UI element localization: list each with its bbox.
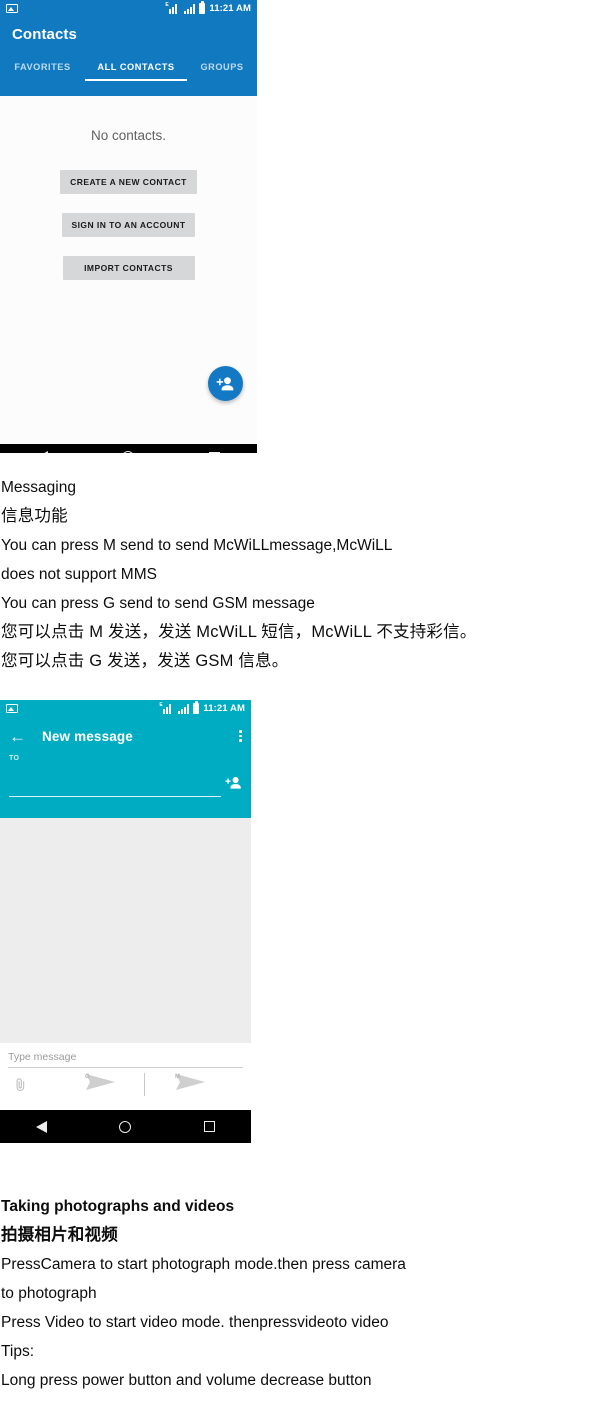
camera-line-4: Long press power button and volume decre… <box>1 1372 372 1389</box>
contacts-app-screenshot: E 11:21 AM Contacts FAVORITES ALL CONTAC… <box>0 0 257 453</box>
home-icon[interactable] <box>122 451 135 453</box>
signal-type-label: E <box>159 701 163 708</box>
back-icon[interactable] <box>36 1120 48 1133</box>
signal-icon <box>178 704 190 714</box>
tab-groups[interactable]: GROUPS <box>187 62 257 81</box>
messaging-heading-zh: 信息功能 <box>1 507 68 525</box>
recipient-field-label: TO <box>9 755 20 762</box>
messaging-app-bar: ← New message TO <box>0 717 251 818</box>
compose-action-row: G M <box>0 1068 251 1101</box>
battery-icon <box>199 1 206 14</box>
send-mcwill-button[interactable]: M <box>174 1070 208 1099</box>
create-new-contact-button[interactable]: CREATE A NEW CONTACT <box>60 170 197 194</box>
send-gsm-button[interactable]: G <box>84 1070 118 1099</box>
tab-favorites[interactable]: FAVORITES <box>0 62 85 81</box>
send-mcwill-tag: M <box>175 1074 180 1080</box>
signal-type-label: E <box>165 1 169 8</box>
page-title: New message <box>42 728 133 744</box>
camera-line-2: to photograph <box>1 1285 97 1302</box>
back-icon[interactable] <box>37 451 49 453</box>
add-person-icon <box>216 376 234 390</box>
messaging-line-2: does not support MMS <box>1 566 157 583</box>
status-bar-left-icons <box>6 4 18 13</box>
more-vertical-icon[interactable] <box>239 729 242 743</box>
add-contact-fab[interactable] <box>208 366 243 401</box>
messaging-status-bar: E 11:21 AM <box>0 700 251 717</box>
message-input[interactable]: Type message <box>8 1043 243 1068</box>
contacts-app-bar: Contacts FAVORITES ALL CONTACTS GROUPS <box>0 17 257 96</box>
messaging-line-4-zh: 您可以点击 M 发送，发送 McWiLL 短信，McWiLL 不支持彩信。 <box>1 623 477 641</box>
camera-text-section: Taking photographs and videos 拍摄相片和视频 Pr… <box>0 1192 590 1395</box>
compose-area: Type message G M <box>0 1043 251 1110</box>
signal-e-icon: E <box>165 2 180 14</box>
home-icon[interactable] <box>119 1120 132 1133</box>
status-bar-right-icons: E 11:21 AM <box>159 701 245 714</box>
no-contacts-message: No contacts. <box>90 128 167 143</box>
contacts-action-buttons: CREATE A NEW CONTACT SIGN IN TO AN ACCOU… <box>0 170 257 280</box>
recipient-input[interactable] <box>9 776 221 797</box>
add-person-icon <box>225 777 241 789</box>
camera-heading-en: Taking photographs and videos <box>1 1198 235 1215</box>
signal-e-icon: E <box>159 702 174 714</box>
contacts-android-nav-bar <box>0 444 257 453</box>
messaging-heading-en: Messaging <box>1 479 76 496</box>
status-bar-clock: 11:21 AM <box>203 702 245 714</box>
messaging-android-nav-bar <box>0 1110 251 1143</box>
camera-line-3: Press Video to start video mode. thenpre… <box>1 1314 389 1331</box>
attach-button[interactable] <box>8 1077 58 1092</box>
arrow-left-icon[interactable]: ← <box>9 728 26 745</box>
recipient-row <box>0 776 251 797</box>
status-bar-left-icons <box>6 704 18 713</box>
messaging-text-section: Messaging 信息功能 You can press M send to s… <box>0 473 590 676</box>
paperclip-icon <box>16 1078 25 1091</box>
camera-tips-label: Tips: <box>1 1343 35 1360</box>
send-gsm-tag: G <box>85 1074 90 1080</box>
sign-in-account-button[interactable]: SIGN IN TO AN ACCOUNT <box>61 213 196 237</box>
recents-icon[interactable] <box>208 451 220 453</box>
contacts-status-bar: E 11:21 AM <box>0 0 257 17</box>
messaging-line-1: You can press M send to send McWiLLmessa… <box>1 537 393 554</box>
contacts-tab-bar: FAVORITES ALL CONTACTS GROUPS <box>0 52 257 81</box>
signal-icon <box>184 4 196 14</box>
active-tab-indicator <box>85 78 187 81</box>
messaging-app-bar-top: ← New message <box>0 717 251 755</box>
action-divider <box>144 1073 145 1096</box>
messaging-app-screenshot: E 11:21 AM ← New message TO Type message… <box>0 700 251 1151</box>
contacts-empty-state-body: No contacts. CREATE A NEW CONTACT SIGN I… <box>0 96 257 444</box>
photo-icon <box>6 4 18 13</box>
status-bar-clock: 11:21 AM <box>209 2 251 14</box>
import-contacts-button[interactable]: IMPORT CONTACTS <box>62 256 195 280</box>
camera-heading-zh: 拍摄相片和视频 <box>1 1226 118 1244</box>
battery-icon <box>193 701 200 714</box>
page-title: Contacts <box>12 26 77 43</box>
add-recipient-button[interactable] <box>225 776 242 797</box>
photo-icon <box>6 704 18 713</box>
messaging-line-5-zh: 您可以点击 G 发送，发送 GSM 信息。 <box>1 652 289 670</box>
recents-icon[interactable] <box>203 1121 215 1132</box>
camera-line-1: PressCamera to start photograph mode.the… <box>1 1256 406 1273</box>
conversation-area <box>0 818 251 1043</box>
messaging-line-3: You can press G send to send GSM message <box>1 595 315 612</box>
status-bar-right-icons: E 11:21 AM <box>165 1 251 14</box>
